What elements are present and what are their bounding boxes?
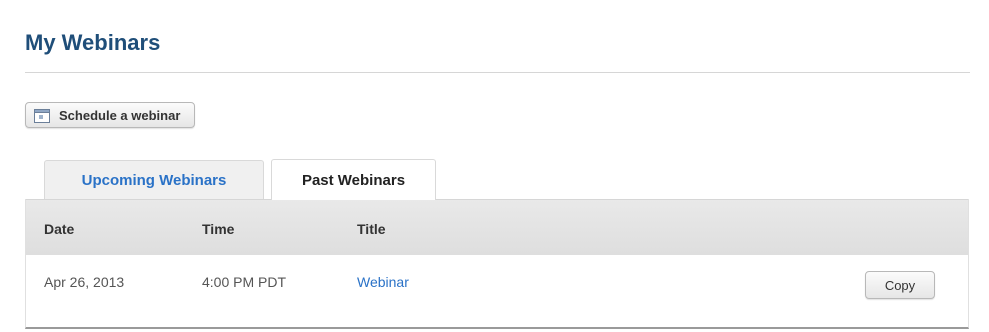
webinar-title-link[interactable]: Webinar bbox=[357, 274, 409, 290]
column-header-time: Time bbox=[202, 221, 235, 237]
column-header-date: Date bbox=[44, 221, 75, 237]
webinar-date: Apr 26, 2013 bbox=[44, 274, 125, 290]
table-row: Apr 26, 2013 4:00 PM PDT Webinar Copy bbox=[26, 255, 968, 327]
schedule-webinar-label: Schedule a webinar bbox=[59, 107, 181, 123]
webinar-tabs: Upcoming Webinars Past Webinars bbox=[44, 159, 436, 200]
title-divider bbox=[25, 72, 970, 73]
copy-button[interactable]: Copy bbox=[865, 271, 935, 299]
webinars-table: Date Time Title Apr 26, 2013 4:00 PM PDT… bbox=[25, 199, 969, 329]
tab-upcoming-webinars[interactable]: Upcoming Webinars bbox=[44, 160, 264, 199]
schedule-webinar-button[interactable]: Schedule a webinar bbox=[25, 102, 196, 128]
calendar-icon bbox=[34, 108, 50, 123]
column-header-title: Title bbox=[357, 221, 386, 237]
page-title: My Webinars bbox=[25, 30, 161, 55]
tab-past-webinars[interactable]: Past Webinars bbox=[271, 159, 436, 200]
table-header: Date Time Title bbox=[26, 199, 968, 255]
webinar-time: 4:00 PM PDT bbox=[202, 274, 287, 290]
